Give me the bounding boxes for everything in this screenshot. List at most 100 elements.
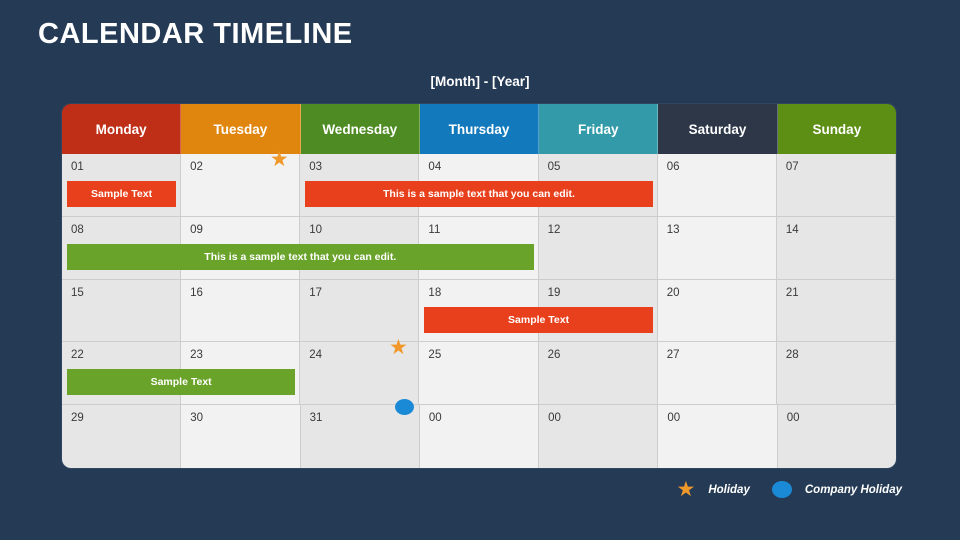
star-icon: ★ bbox=[676, 478, 696, 501]
day-number: 25 bbox=[428, 349, 442, 362]
day-number: 23 bbox=[190, 349, 203, 362]
day-number: 00 bbox=[786, 412, 800, 425]
calendar-header-row: Monday Tuesday Wednesday Thursday Friday Satu… bbox=[62, 104, 896, 154]
day-number: 01 bbox=[71, 161, 84, 173]
calendar-event-label: This is a sample text that you can edit. bbox=[204, 250, 397, 263]
day-number: 20 bbox=[666, 286, 680, 299]
legend-item: Company Holiday bbox=[771, 481, 902, 498]
calendar-subtitle: [Month] - [Year] bbox=[430, 74, 530, 89]
day-header-label: Monday bbox=[95, 121, 147, 137]
day-number: 02 bbox=[190, 161, 203, 173]
calendar-day-cell[interactable]: 16 bbox=[181, 279, 301, 343]
day-number: 08 bbox=[71, 223, 84, 236]
day-number: 17 bbox=[309, 286, 323, 299]
calendar-event-bar[interactable]: This is a sample text that you can edit. bbox=[305, 181, 653, 207]
day-number: 00 bbox=[667, 412, 681, 425]
calendar-day-cell[interactable]: 12 bbox=[538, 216, 658, 280]
calendar-day-cell[interactable]: 02 ★ bbox=[181, 149, 301, 217]
day-header-label: Tuesday bbox=[213, 121, 268, 137]
page-title: CALENDAR TIMELINE bbox=[38, 18, 353, 50]
legend-item: ★ Holiday bbox=[676, 479, 749, 500]
day-number: 07 bbox=[785, 161, 799, 173]
day-number: 31 bbox=[309, 412, 323, 425]
calendar-week-row: 01 02 ★ 03 04 05 06 07 Sample Text This is a samp… bbox=[62, 149, 896, 217]
calendar-day-cell[interactable]: 00 bbox=[419, 405, 540, 468]
calendar-event-bar[interactable]: Sample Text bbox=[424, 306, 653, 333]
day-number: 15 bbox=[71, 286, 84, 299]
circle-icon bbox=[394, 399, 414, 416]
calendar-day-cell[interactable]: 00 bbox=[777, 405, 896, 468]
legend: ★ Holiday Company Holiday bbox=[676, 479, 902, 500]
calendar-event-label: Sample Text bbox=[508, 313, 570, 326]
day-number: 04 bbox=[428, 161, 442, 173]
day-number: 03 bbox=[309, 161, 323, 173]
calendar-week-row: 08 09 10 11 12 13 14 This is a sample text that… bbox=[62, 216, 896, 280]
day-number: 27 bbox=[666, 349, 680, 362]
calendar-grid: Monday Tuesday Wednesday Thursday Friday Satu… bbox=[62, 104, 896, 468]
calendar-day-cell[interactable]: 15 bbox=[62, 279, 182, 343]
calendar-week-row: 29 30 31 00 00 00 00 bbox=[62, 399, 896, 468]
star-icon: ★ bbox=[389, 336, 408, 360]
calendar-day-cell[interactable]: 00 bbox=[658, 405, 778, 468]
day-header-friday[interactable]: Friday bbox=[539, 104, 659, 154]
calendar-day-cell[interactable]: 17 bbox=[300, 279, 420, 343]
day-number: 00 bbox=[548, 412, 561, 425]
day-number: 30 bbox=[190, 412, 204, 425]
day-number: 19 bbox=[547, 286, 561, 299]
calendar-day-cell[interactable]: 24 ★ bbox=[300, 337, 420, 406]
calendar-event-bar[interactable]: This is a sample text that you can edit. bbox=[67, 243, 534, 270]
calendar-event-bar[interactable]: Sample Text bbox=[67, 181, 177, 207]
day-number: 24 bbox=[309, 349, 323, 362]
day-header-sunday[interactable]: Sunday bbox=[777, 104, 896, 154]
calendar-day-cell[interactable]: 26 bbox=[538, 342, 658, 406]
day-number: 29 bbox=[71, 412, 84, 425]
calendar-week-row: 15 16 17 18 19 20 21 Sample Text bbox=[62, 279, 896, 343]
legend-label: Company Holiday bbox=[804, 483, 902, 496]
day-number: 06 bbox=[666, 161, 680, 173]
day-number: 12 bbox=[547, 223, 561, 236]
day-header-wednesday[interactable]: Wednesday bbox=[300, 104, 420, 154]
day-number: 16 bbox=[190, 286, 203, 299]
day-number: 14 bbox=[785, 223, 799, 236]
calendar-day-cell[interactable]: 20 bbox=[657, 279, 777, 343]
calendar-day-cell[interactable]: 30 bbox=[181, 405, 301, 468]
calendar-event-label: Sample Text bbox=[91, 188, 153, 200]
calendar-event-label: Sample Text bbox=[150, 376, 212, 389]
day-header-monday[interactable]: Monday bbox=[62, 104, 182, 154]
calendar-day-cell[interactable]: 27 bbox=[657, 342, 777, 406]
day-number: 09 bbox=[190, 223, 203, 236]
calendar-event-bar[interactable]: Sample Text bbox=[67, 369, 296, 396]
star-icon: ★ bbox=[269, 148, 289, 171]
legend-label: Holiday bbox=[708, 483, 750, 496]
day-number: 13 bbox=[666, 223, 680, 236]
day-number: 28 bbox=[785, 349, 799, 362]
calendar-day-cell[interactable]: 07 bbox=[776, 154, 896, 217]
calendar-day-cell[interactable]: 29 bbox=[62, 405, 182, 468]
calendar-day-cell[interactable]: 31 bbox=[300, 399, 420, 468]
calendar-day-cell[interactable]: 14 bbox=[776, 216, 896, 280]
day-number: 22 bbox=[71, 349, 84, 362]
calendar-weeks: 01 02 ★ 03 04 05 06 07 Sample Text This is a samp… bbox=[62, 149, 896, 468]
day-header-label: Saturday bbox=[688, 121, 747, 137]
day-header-label: Friday bbox=[578, 121, 619, 137]
calendar-day-cell[interactable]: 00 bbox=[539, 405, 659, 468]
day-number: 21 bbox=[785, 286, 799, 299]
circle-icon bbox=[771, 481, 792, 498]
calendar-day-cell[interactable]: 25 bbox=[419, 342, 539, 406]
calendar-event-label: This is a sample text that you can edit. bbox=[383, 188, 575, 200]
day-number: 00 bbox=[428, 412, 442, 425]
day-number: 11 bbox=[428, 223, 441, 236]
day-header-tuesday[interactable]: Tuesday bbox=[181, 104, 301, 154]
calendar-day-cell[interactable]: 06 bbox=[657, 154, 777, 217]
day-number: 18 bbox=[428, 286, 442, 299]
day-header-label: Thursday bbox=[448, 121, 510, 137]
day-header-label: Wednesday bbox=[322, 121, 398, 137]
calendar-day-cell[interactable]: 13 bbox=[657, 216, 777, 280]
day-number: 10 bbox=[309, 223, 323, 236]
calendar-day-cell[interactable]: 28 bbox=[776, 342, 896, 406]
calendar-day-cell[interactable]: 21 bbox=[776, 279, 896, 343]
calendar-week-row: 22 23 24 ★ 25 26 27 28 Sample Text bbox=[62, 337, 896, 406]
day-header-thursday[interactable]: Thursday bbox=[419, 104, 540, 154]
day-header-label: Sunday bbox=[812, 121, 862, 137]
day-header-saturday[interactable]: Saturday bbox=[658, 104, 778, 154]
